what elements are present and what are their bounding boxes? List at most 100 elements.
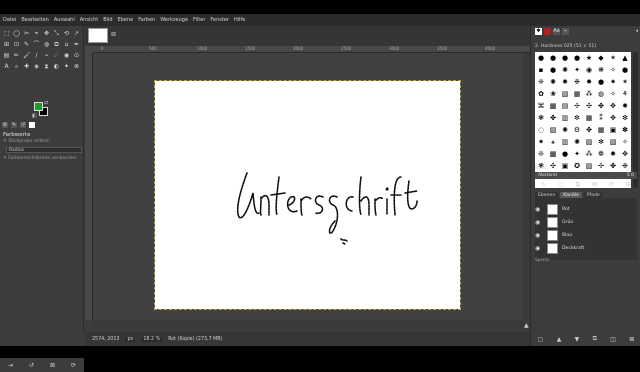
brush-thumbnail[interactable]: ● — [559, 148, 571, 160]
brush-thumbnail[interactable]: ✹ — [619, 100, 631, 112]
tool-icon[interactable]: ◍ — [43, 41, 50, 48]
delete-options-icon[interactable]: ⊠ — [50, 362, 55, 369]
brush-thumbnail[interactable]: ✧ — [607, 88, 619, 100]
brush-thumbnail[interactable]: ✥ — [607, 100, 619, 112]
brush-thumbnail[interactable]: ★ — [583, 52, 595, 64]
brush-thumbnail[interactable]: ✢ — [595, 160, 607, 172]
brush-thumbnail[interactable]: ◌ — [535, 124, 547, 136]
brush-thumbnail[interactable]: ✥ — [607, 112, 619, 124]
tool-icon[interactable]: ⌁ — [43, 52, 50, 59]
tool-icon[interactable]: ✒ — [73, 41, 80, 48]
tool-icon[interactable]: ⤡ — [53, 30, 60, 37]
brush-thumbnail[interactable]: ✣ — [583, 100, 595, 112]
brush-thumbnail[interactable]: ❃ — [535, 112, 547, 124]
color-range-option[interactable]: ✕ Farbbereichsbreite verwenden — [3, 156, 77, 161]
brush-thumbnail[interactable]: ❇ — [619, 112, 631, 124]
brush-thumbnail[interactable]: ✺ — [571, 136, 583, 148]
brush-thumbnail[interactable]: ❉ — [571, 76, 583, 88]
brush-thumbnail[interactable]: ▥ — [559, 136, 571, 148]
tool-icon[interactable]: ✦ — [63, 63, 70, 70]
edit-brush-icon[interactable]: ✎ — [541, 181, 546, 189]
brush-thumbnail[interactable]: ⁑ — [595, 112, 607, 124]
tool-icon[interactable]: ⊙ — [73, 52, 80, 59]
brush-thumbnail[interactable]: ⚹ — [547, 136, 559, 148]
menu-werkzeuge[interactable]: Werkzeuge — [160, 17, 188, 23]
brush-thumbnail[interactable]: ✦ — [571, 148, 583, 160]
canvas-area[interactable] — [93, 53, 523, 320]
tool-icon[interactable]: ◯ — [13, 30, 20, 37]
channel-to-selection-icon[interactable]: ◫ — [610, 336, 616, 343]
swap-colors-icon[interactable]: ⇄ — [44, 100, 48, 106]
document-history-tab-icon[interactable]: ⌁ — [562, 28, 569, 35]
raise-channel-icon[interactable]: ▲ — [557, 336, 562, 343]
brush-thumbnail[interactable]: ❁ — [595, 148, 607, 160]
tool-icon[interactable]: ⟲ — [63, 30, 70, 37]
spacing-slider[interactable]: Abstand 5.0 — [535, 172, 637, 179]
brush-thumbnail[interactable]: ✹ — [559, 76, 571, 88]
brush-thumbnail[interactable]: ● — [619, 64, 631, 76]
brush-thumbnail[interactable]: ✿ — [535, 88, 547, 100]
brush-thumbnail[interactable]: ⚙ — [571, 124, 583, 136]
tool-icon[interactable]: ◈ — [33, 63, 40, 70]
brush-thumbnail[interactable]: ✪ — [571, 160, 583, 172]
brush-thumbnail[interactable]: ✽ — [619, 124, 631, 136]
close-image-icon[interactable]: ⊠ — [111, 31, 116, 38]
brush-thumbnail[interactable]: ✦ — [571, 64, 583, 76]
tool-icon[interactable]: ✥ — [43, 30, 50, 37]
brush-thumbnail[interactable]: ▤ — [559, 100, 571, 112]
brush-thumbnail[interactable]: ▩ — [547, 148, 559, 160]
menu-farben[interactable]: Farben — [138, 17, 155, 23]
brush-thumbnail[interactable]: ❀ — [547, 88, 559, 100]
brushes-tab-icon[interactable]: ✱ — [535, 28, 542, 35]
brush-thumbnail[interactable]: ✹ — [607, 148, 619, 160]
brush-thumbnail[interactable]: ▥ — [559, 112, 571, 124]
menu-datei[interactable]: Datei — [3, 17, 16, 23]
brush-thumbnail[interactable]: ✷ — [535, 136, 547, 148]
brush-thumbnail[interactable]: ◆ — [595, 52, 607, 64]
vertical-ruler[interactable] — [85, 53, 93, 320]
brush-thumbnail[interactable]: ✧ — [619, 136, 631, 148]
fonts-tab-icon[interactable]: Aa — [553, 28, 560, 35]
brush-thumbnail[interactable]: ⁂ — [583, 148, 595, 160]
reset-options-icon[interactable]: ⟳ — [71, 362, 76, 369]
tool-icon[interactable]: A — [3, 63, 10, 70]
brush-thumbnail[interactable]: ● — [535, 52, 547, 64]
new-brush-icon[interactable]: ▢ — [558, 181, 564, 189]
brush-thumbnail[interactable]: ● — [559, 52, 571, 64]
tool-icon[interactable]: ⧗ — [43, 63, 50, 70]
brush-thumbnail[interactable]: ❋ — [595, 64, 607, 76]
navigate-icon[interactable]: ▲ — [524, 322, 529, 329]
image-tab-thumbnail[interactable] — [88, 28, 108, 43]
image-canvas[interactable] — [154, 80, 461, 310]
foreground-color-swatch[interactable] — [34, 102, 43, 111]
dock-menu-icon[interactable]: ◂ — [635, 28, 638, 34]
brush-thumbnail[interactable]: ✤ — [595, 100, 607, 112]
brush-thumbnail[interactable]: ✤ — [583, 124, 595, 136]
brush-thumbnail[interactable]: ▨ — [583, 136, 595, 148]
brush-thumbnail[interactable]: ✥ — [619, 148, 631, 160]
brush-thumbnail[interactable]: ✶ — [607, 52, 619, 64]
lower-channel-icon[interactable]: ▼ — [575, 336, 580, 343]
brush-preset-field[interactable]: Basic, — [535, 166, 549, 171]
brush-thumbnail[interactable]: ✤ — [607, 160, 619, 172]
menu-fenster[interactable]: Fenster — [210, 17, 229, 23]
tool-icon[interactable]: ⌂ — [63, 41, 70, 48]
brush-thumbnail[interactable]: ❊ — [535, 148, 547, 160]
brush-thumbnail[interactable]: ▪ — [535, 64, 547, 76]
menu-filter[interactable]: Filter — [193, 17, 205, 23]
tool-icon[interactable]: ▤ — [3, 52, 10, 59]
brush-thumbnail[interactable]: ✺ — [559, 124, 571, 136]
brush-thumbnail[interactable]: ❈ — [535, 76, 547, 88]
brush-thumbnail[interactable]: ▦ — [595, 124, 607, 136]
images-tab-icon[interactable] — [29, 122, 35, 128]
tool-icon[interactable]: ⌕ — [13, 63, 20, 70]
brush-thumbnail[interactable]: ▧ — [559, 88, 571, 100]
radius-select[interactable]: Radius — [6, 147, 82, 153]
brush-thumbnail[interactable]: ✼ — [571, 112, 583, 124]
menu-ebene[interactable]: Ebene — [118, 17, 134, 23]
channel-row-blau[interactable]: ◉ Blau — [535, 229, 637, 241]
delete-brush-icon[interactable]: ⊠ — [592, 181, 597, 189]
brush-thumbnail[interactable]: ▦ — [571, 88, 583, 100]
brush-thumbnail[interactable]: ▧ — [607, 136, 619, 148]
tool-icon[interactable]: ⬚ — [3, 30, 10, 37]
